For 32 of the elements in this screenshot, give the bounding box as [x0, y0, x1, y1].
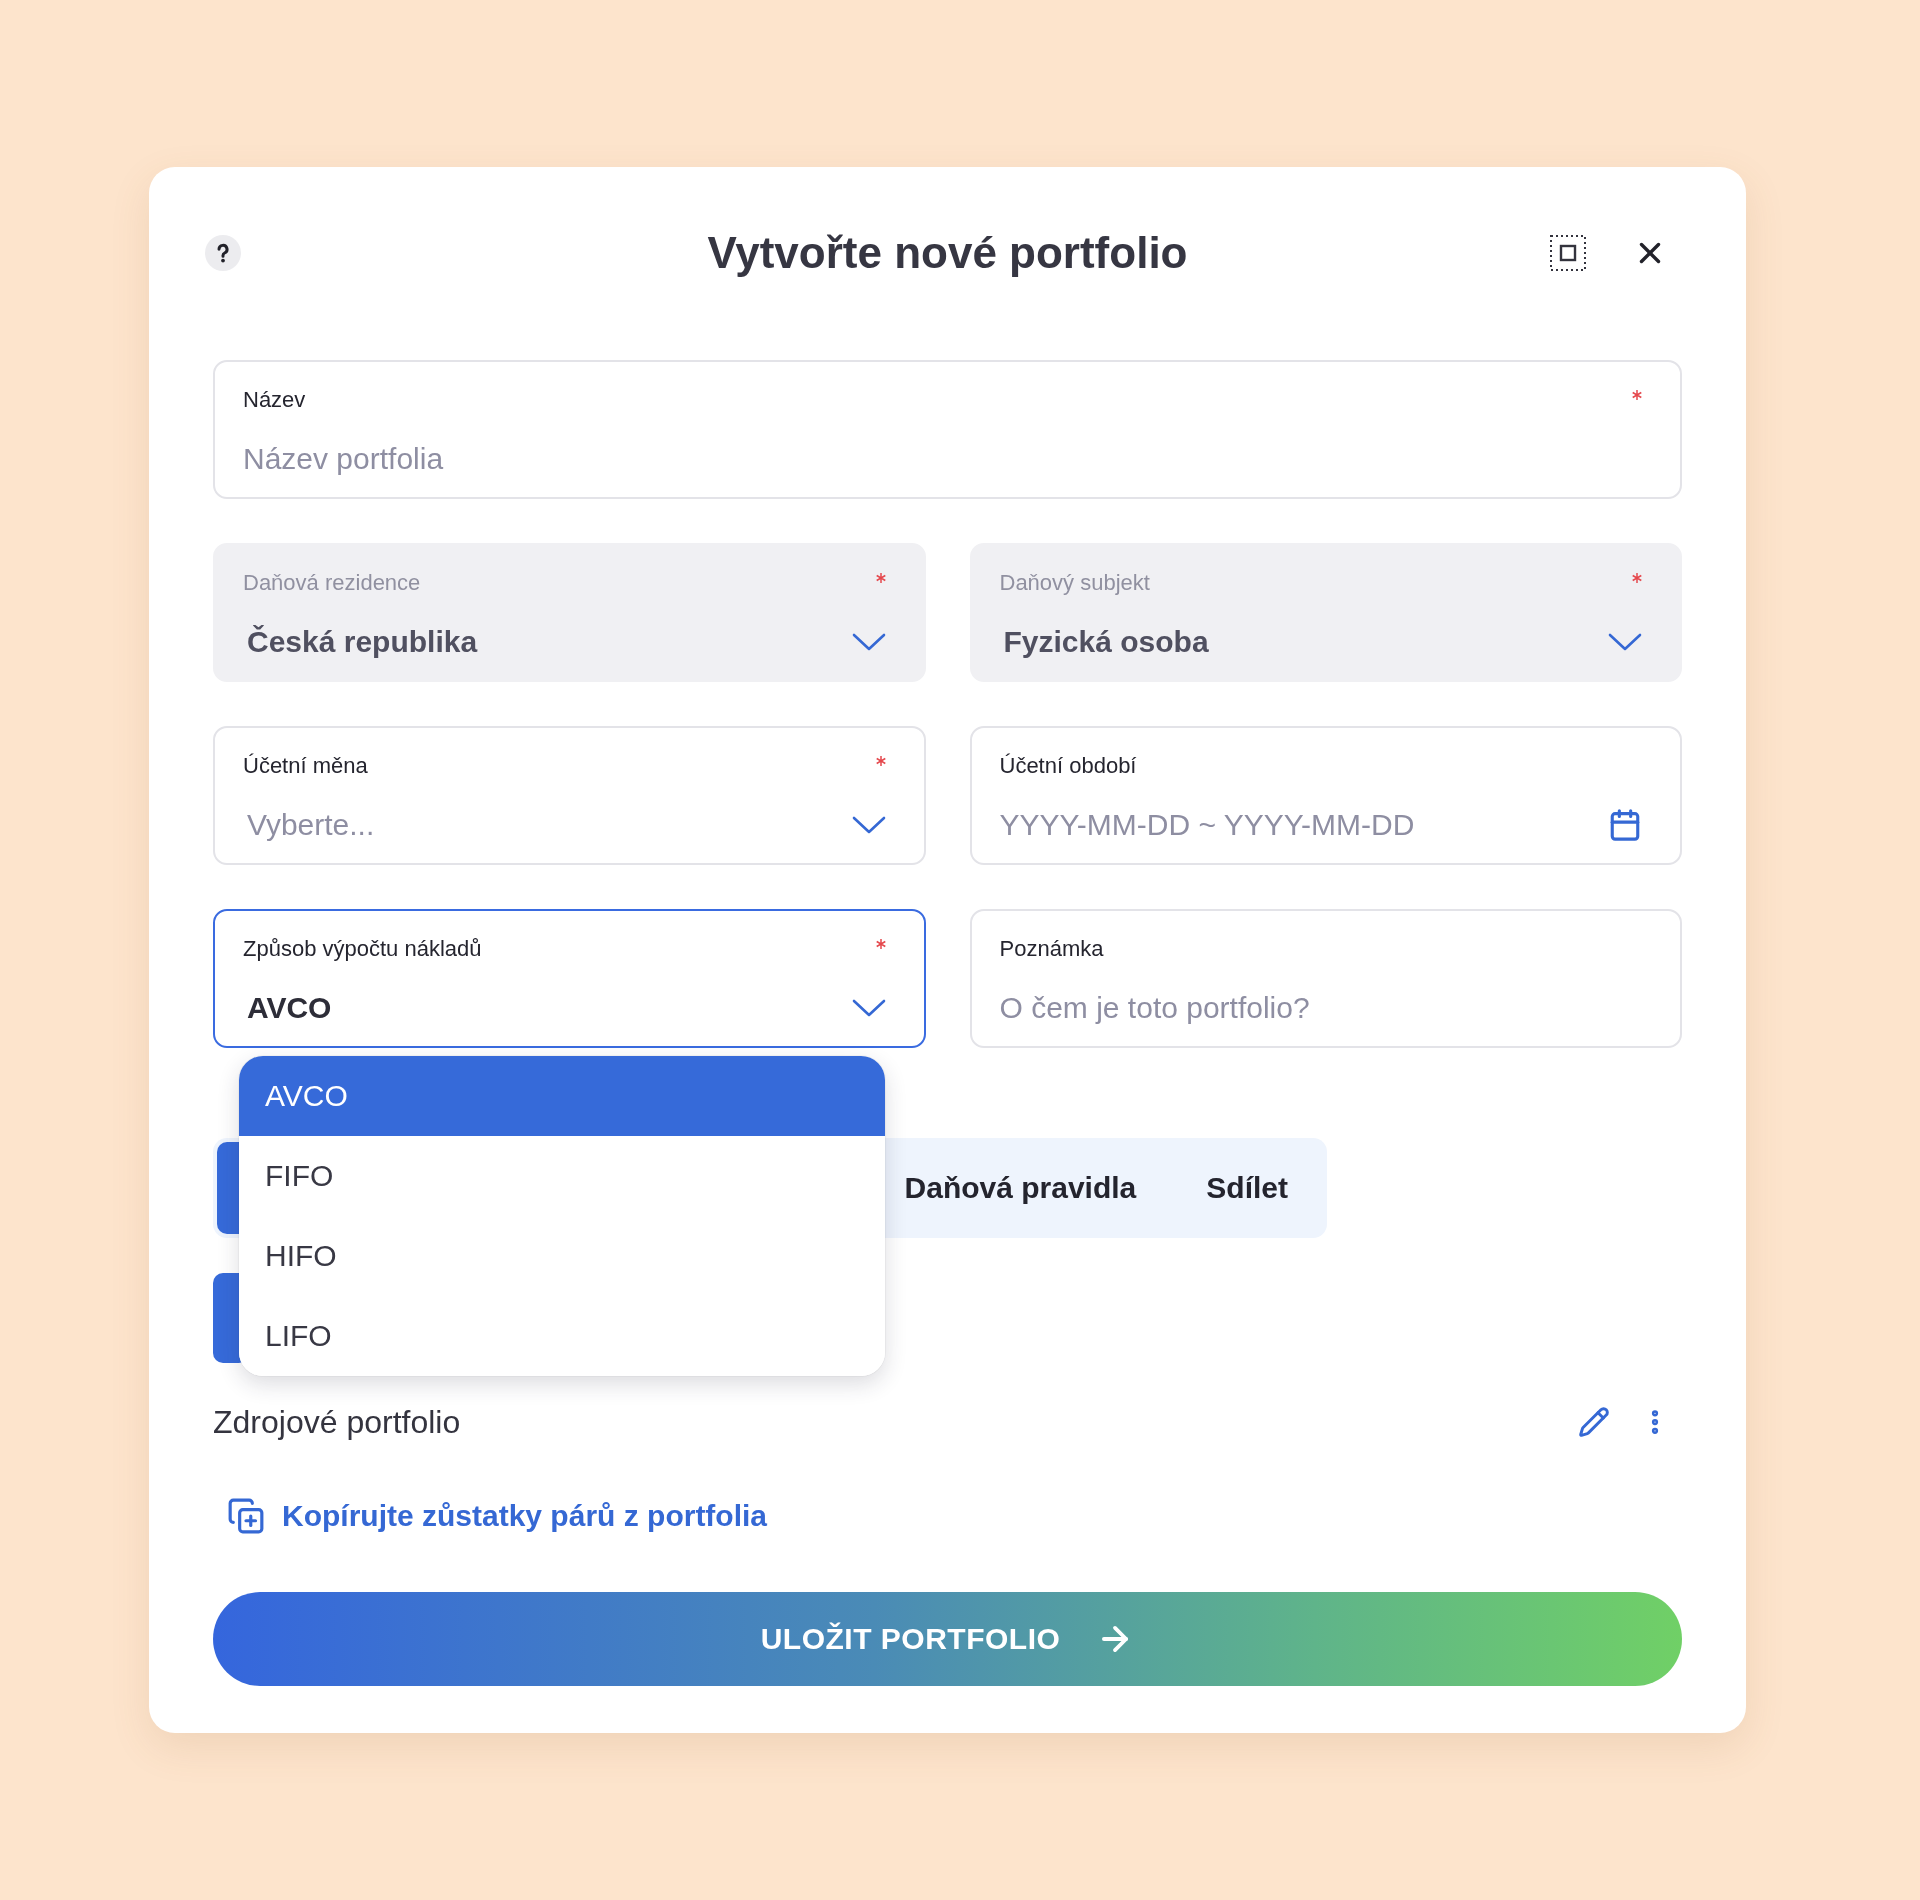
pencil-icon[interactable] [1578, 1406, 1610, 1438]
field-label: Daňový subjekt [999, 570, 1150, 596]
dialog-title: Vytvořte nové portfolio [707, 228, 1188, 278]
text-input[interactable]: Vyberte... [243, 805, 836, 845]
dropdown-option[interactable]: LIFO [239, 1296, 885, 1376]
field-label: Název [243, 387, 306, 413]
select-field[interactable]: Účetní měna Vyberte... [213, 726, 926, 865]
field-label: Účetní měna [243, 753, 368, 779]
select-field[interactable]: Způsob výpočtu nákladů AVCO [213, 909, 926, 1048]
expand-icon[interactable] [1550, 235, 1586, 271]
copy-add-icon[interactable] [227, 1497, 265, 1535]
copy-balances-link[interactable]: Kopírujte zůstatky párů z portfolia [282, 1499, 768, 1533]
chevron-down-icon[interactable] [851, 816, 886, 834]
field-label: Účetní období [999, 753, 1137, 779]
text-input-field[interactable]: Poznámka O čem je toto portfolio? [969, 909, 1682, 1048]
tab[interactable]: Sdílet [1171, 1142, 1323, 1234]
calendar-icon[interactable] [1608, 808, 1642, 842]
text-input[interactable]: O čem je toto portfolio? [999, 988, 1642, 1028]
field-label: Způsob výpočtu nákladů [243, 936, 482, 962]
chevron-down-icon[interactable] [851, 999, 886, 1017]
dropdown-option[interactable]: HIFO [239, 1216, 885, 1296]
dropdown-option[interactable]: FIFO [239, 1136, 885, 1216]
date-range-field[interactable]: Účetní období YYYY-MM-DD ~ YYYY-MM-DD [969, 726, 1682, 865]
section-title: Zdrojové portfolio [213, 1403, 461, 1441]
text-input-field[interactable]: Název Název portfolia [213, 360, 1682, 499]
field-label: Poznámka [999, 936, 1104, 962]
save-portfolio-button[interactable]: ULOŽIT PORTFOLIO [213, 1592, 1682, 1686]
text-input[interactable]: YYYY-MM-DD ~ YYYY-MM-DD [999, 805, 1592, 845]
text-input[interactable]: Název portfolia [243, 439, 1642, 479]
dropdown-option[interactable]: AVCO [239, 1056, 885, 1136]
field-label: Daňová rezidence [243, 570, 421, 596]
help-icon[interactable] [205, 235, 241, 271]
